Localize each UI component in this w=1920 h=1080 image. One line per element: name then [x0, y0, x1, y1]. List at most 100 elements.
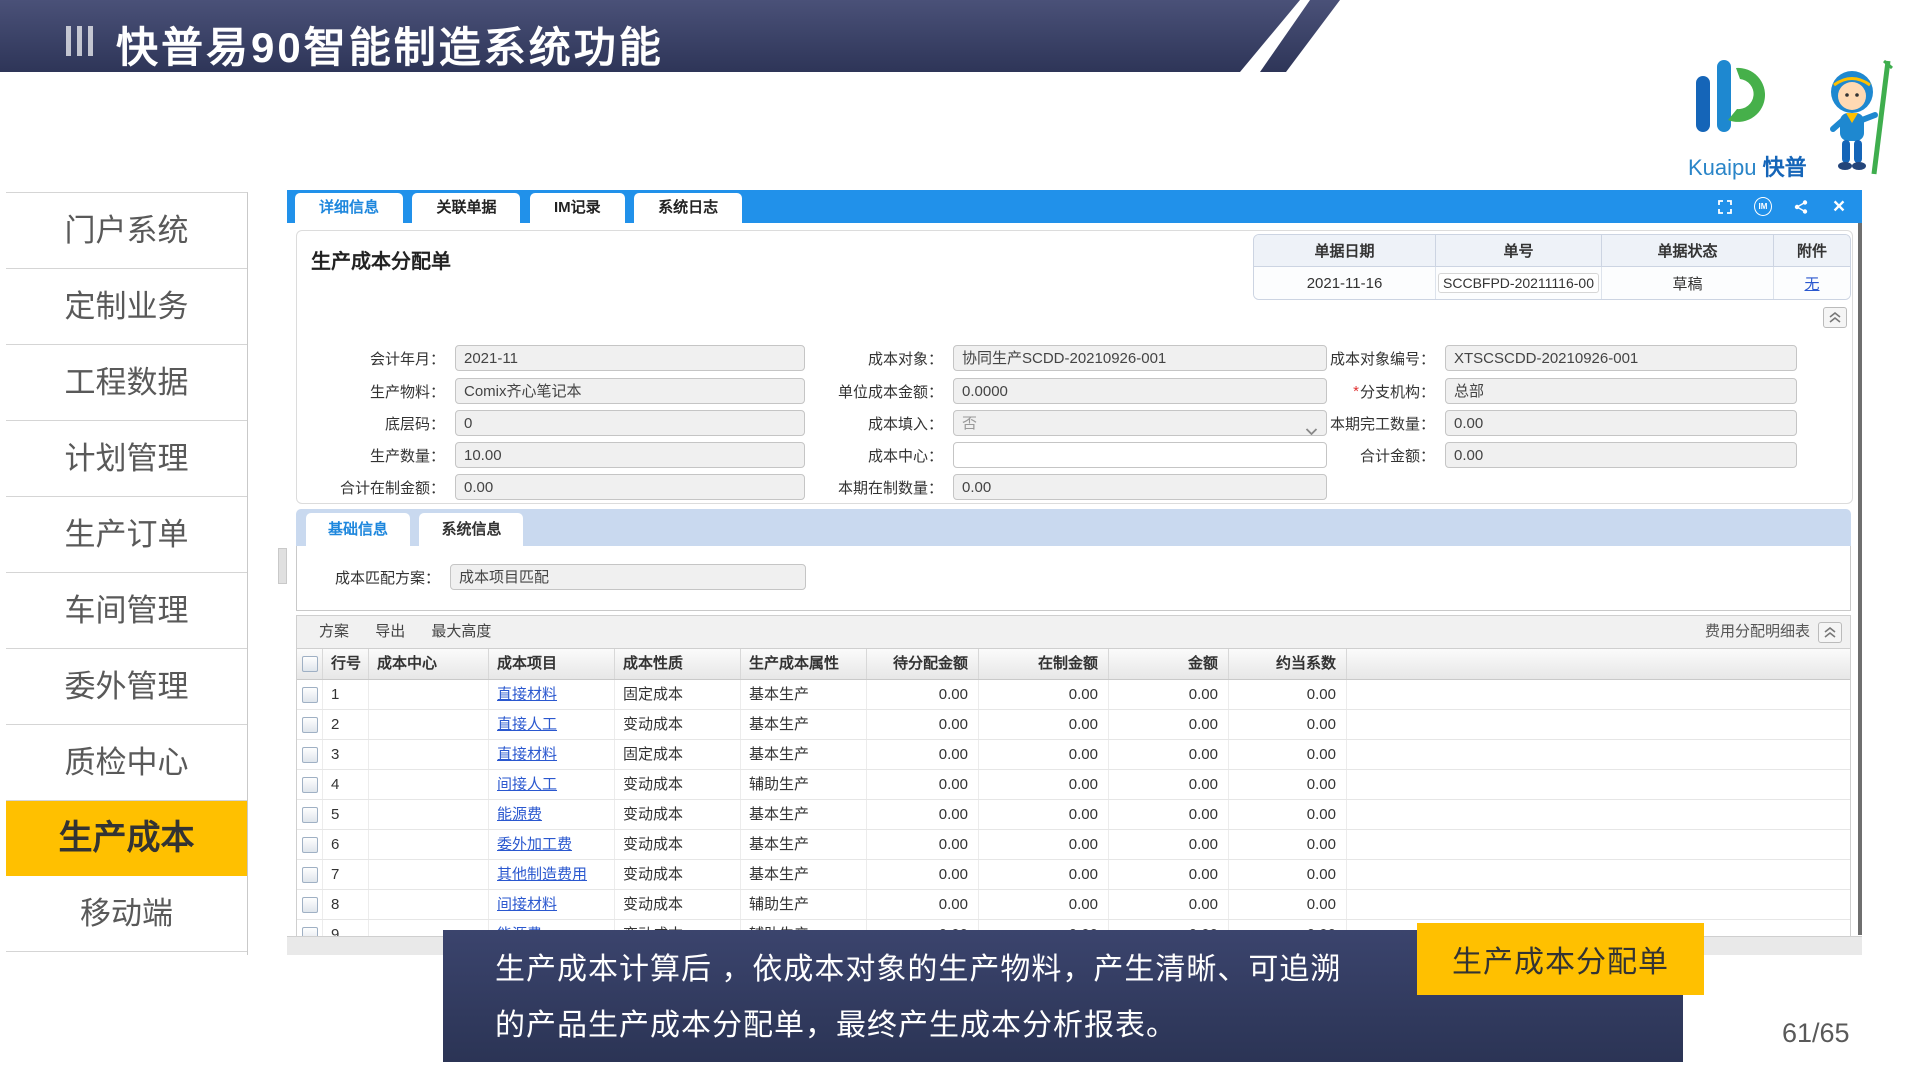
cost-fill-select[interactable]: 否 — [953, 410, 1327, 436]
cost-object-input[interactable]: 协同生产SCDD-20210926-001 — [953, 345, 1327, 371]
cost-item-link[interactable]: 委外加工费 — [497, 836, 572, 853]
field-accounting-period: 会计年月： 2021-11 — [297, 345, 805, 371]
tab-system-log[interactable]: 系统日志 — [634, 193, 742, 223]
period-wip-qty-input[interactable]: 0.00 — [953, 474, 1327, 500]
sidebar-item-production-order[interactable]: 生产订单 — [6, 497, 247, 573]
allocation-table: 行号 成本中心 成本项目 成本性质 生产成本属性 待分配金额 在制金额 金额 约… — [297, 648, 1850, 937]
slide-title: 快普易90智能制造系统功能 — [116, 14, 664, 75]
sidebar-item-portal[interactable]: 门户系统 — [6, 193, 247, 269]
collapse-header-button[interactable] — [1823, 307, 1847, 328]
branch-input[interactable]: 总部 — [1445, 378, 1797, 404]
field-cost-center: 成本中心： — [785, 442, 1327, 468]
row-checkbox[interactable] — [302, 807, 318, 823]
row-checkbox[interactable] — [302, 777, 318, 793]
sidebar-item-workshop[interactable]: 车间管理 — [6, 573, 247, 649]
page-number: 61/65 — [1782, 1018, 1850, 1049]
cost-item-link[interactable]: 能源费 — [497, 806, 542, 823]
row-checkbox[interactable] — [302, 867, 318, 883]
cost-item-link[interactable]: 间接人工 — [497, 776, 557, 793]
share-icon[interactable] — [1792, 198, 1810, 216]
cost-center-input[interactable] — [953, 442, 1327, 468]
cost-item-link[interactable]: 间接材料 — [497, 896, 557, 913]
field-production-material: 生产物料： Comix齐心笔记本 — [297, 378, 805, 404]
table-row: 2 直接人工 变动成本 基本生产 0.00 0.00 0.00 0.00 — [297, 710, 1850, 740]
field-total-amount: 合计金额： 0.00 — [1280, 442, 1797, 468]
period-finished-qty-input[interactable]: 0.00 — [1445, 410, 1797, 436]
fullscreen-icon[interactable] — [1716, 198, 1734, 216]
unit-cost-amount-input[interactable]: 0.0000 — [953, 378, 1327, 404]
accounting-period-input[interactable]: 2021-11 — [455, 345, 805, 371]
cost-item-link[interactable]: 其他制造费用 — [497, 866, 587, 883]
row-checkbox[interactable] — [302, 897, 318, 913]
table-row: 5 能源费 变动成本 基本生产 0.00 0.00 0.00 0.00 — [297, 800, 1850, 830]
im-icon[interactable]: IM — [1754, 198, 1772, 216]
close-icon[interactable]: × — [1830, 198, 1848, 216]
cost-object-no-input[interactable]: XTSCSCDD-20210926-001 — [1445, 345, 1797, 371]
table-row: 6 委外加工费 变动成本 基本生产 0.00 0.00 0.00 0.00 — [297, 830, 1850, 860]
field-period-finished-qty: 本期完工数量： 0.00 — [1280, 410, 1797, 436]
toolbar-max-height-button[interactable]: 最大高度 — [431, 616, 491, 648]
sidebar-item-engineering-data[interactable]: 工程数据 — [6, 345, 247, 421]
select-all-checkbox[interactable] — [302, 656, 318, 672]
caption-line-2: 的产品生产成本分配单，最终产生成本分析报表。 — [495, 1000, 1177, 1044]
sidebar-item-mobile[interactable]: 移动端 — [6, 876, 247, 952]
doc-date-value: 2021-11-16 — [1254, 267, 1436, 299]
sidebar-item-custom-business[interactable]: 定制业务 — [6, 269, 247, 345]
table-header-row: 行号 成本中心 成本项目 成本性质 生产成本属性 待分配金额 在制金额 金额 约… — [297, 648, 1850, 680]
module-sidebar: 门户系统 定制业务 工程数据 计划管理 生产订单 车间管理 委外管理 质检中心 … — [6, 192, 248, 955]
col-amount: 金额 — [1109, 649, 1229, 679]
toolbar-export-button[interactable]: 导出 — [375, 616, 405, 648]
tab-im-record[interactable]: IM记录 — [530, 193, 625, 223]
low-level-code-input[interactable]: 0 — [455, 410, 805, 436]
row-checkbox[interactable] — [302, 747, 318, 763]
cost-item-link[interactable]: 直接人工 — [497, 716, 557, 733]
cost-match-scheme-input[interactable]: 成本项目匹配 — [450, 564, 806, 590]
table-row: 1 直接材料 固定成本 基本生产 0.00 0.00 0.00 0.00 — [297, 680, 1850, 710]
window-content: 生产成本分配单 单据日期 单号 单据状态 附件 2021-11-16 SCCBF… — [287, 223, 1862, 955]
attachment-link[interactable]: 无 — [1804, 273, 1819, 294]
window-scrollbar[interactable] — [1858, 223, 1862, 935]
cost-item-link[interactable]: 直接材料 — [497, 686, 557, 703]
brand-cn: 快普 — [1763, 155, 1807, 180]
production-qty-input[interactable]: 10.00 — [455, 442, 805, 468]
total-wip-amount-input[interactable]: 0.00 — [455, 474, 805, 500]
doc-no-value: SCCBFPD-20211116-00 — [1436, 267, 1602, 299]
tab-related-docs[interactable]: 关联单据 — [412, 193, 520, 223]
table-row: 3 直接材料 固定成本 基本生产 0.00 0.00 0.00 0.00 — [297, 740, 1850, 770]
row-checkbox[interactable] — [302, 837, 318, 853]
cost-item-link[interactable]: 直接材料 — [497, 746, 557, 763]
sidebar-item-plan-management[interactable]: 计划管理 — [6, 421, 247, 497]
row-checkbox[interactable] — [302, 717, 318, 733]
panel-collapse-handle[interactable] — [278, 548, 287, 584]
brand-logo: Kuaipu 快普 — [1688, 58, 1912, 190]
kp-logo-icon — [1694, 58, 1774, 148]
col-prod-attr: 生产成本属性 — [741, 649, 867, 679]
field-branch: *分支机构： 总部 — [1280, 378, 1797, 404]
sub-tabbar: 基础信息 系统信息 — [296, 509, 1851, 546]
sidebar-item-outsourcing[interactable]: 委外管理 — [6, 649, 247, 725]
field-cost-object: 成本对象： 协同生产SCDD-20210926-001 — [785, 345, 1327, 371]
subtab-system-info[interactable]: 系统信息 — [419, 513, 523, 546]
subtab-basic-info[interactable]: 基础信息 — [306, 513, 410, 546]
doc-status-value: 草稿 — [1602, 267, 1774, 299]
production-material-input[interactable]: Comix齐心笔记本 — [455, 378, 805, 404]
presentation-slide: 快普易90智能制造系统功能 Kuaipu 快普 — [0, 0, 1920, 1080]
title-mark-icon — [66, 26, 93, 56]
sidebar-item-quality-center[interactable]: 质检中心 — [6, 725, 247, 801]
brand-en: Kuaipu — [1688, 155, 1757, 180]
collapse-grid-button[interactable] — [1818, 622, 1842, 643]
field-period-wip-qty: 本期在制数量： 0.00 — [785, 474, 1327, 500]
document-title: 生产成本分配单 — [311, 245, 451, 274]
tab-detail-info[interactable]: 详细信息 — [295, 193, 403, 223]
col-pending-amount: 待分配金额 — [867, 649, 979, 679]
toolbar-scheme-button[interactable]: 方案 — [319, 616, 349, 648]
total-amount-input[interactable]: 0.00 — [1445, 442, 1797, 468]
col-coefficient: 约当系数 — [1229, 649, 1347, 679]
doc-header-table: 单据日期 单号 单据状态 附件 2021-11-16 SCCBFPD-20211… — [1253, 234, 1851, 300]
row-checkbox[interactable] — [302, 687, 318, 703]
window-controls: IM × — [1716, 190, 1848, 223]
field-total-wip-amount: 合计在制金额： 0.00 — [297, 474, 805, 500]
field-low-level-code: 底层码： 0 — [297, 410, 805, 436]
sidebar-item-production-cost[interactable]: 生产成本 — [6, 801, 247, 876]
doc-no-label: 单号 — [1436, 235, 1602, 267]
